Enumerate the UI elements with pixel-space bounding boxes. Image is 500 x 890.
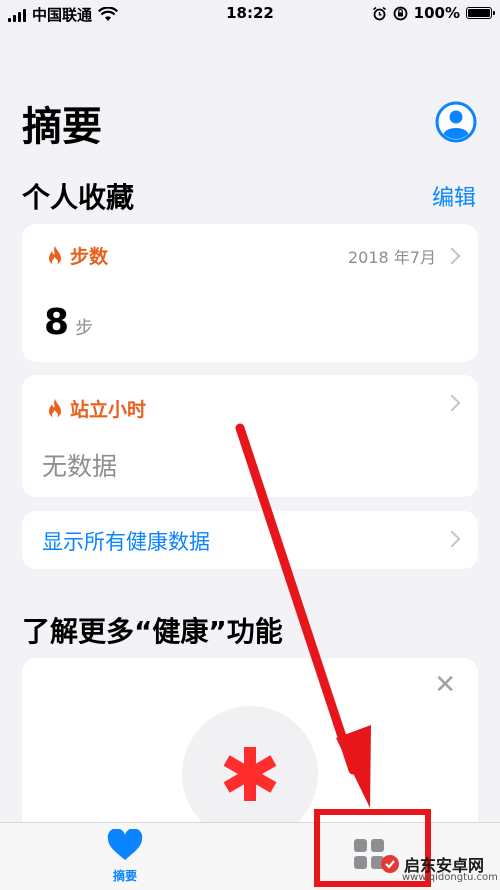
- page-title: 摘要: [22, 104, 102, 150]
- steps-value: 8: [44, 302, 70, 343]
- stand-card-header: 站立小时: [46, 395, 146, 422]
- chevron-right-icon: [443, 394, 461, 412]
- stand-hours-card[interactable]: 站立小时 无数据: [22, 375, 478, 497]
- flame-icon: [49, 245, 61, 265]
- steps-card-header: 步数: [46, 242, 108, 269]
- rotation-lock-icon: [393, 6, 408, 20]
- steps-date-group: 2018 年7月: [348, 244, 461, 268]
- alarm-icon: [372, 6, 386, 20]
- stand-label: 站立小时: [70, 399, 147, 421]
- watermark-url: www.qidongtu.com: [402, 872, 498, 883]
- show-all-label: 显示所有健康数据: [42, 530, 210, 554]
- steps-date: 2018 年7月: [348, 248, 436, 267]
- learn-more-card[interactable]: ✕: [22, 658, 478, 848]
- show-all-health-data-button[interactable]: 显示所有健康数据: [22, 511, 478, 569]
- watermark: 启东安卓网 www.qidongtu.com: [380, 852, 498, 883]
- chevron-right-icon: [443, 247, 461, 265]
- heart-icon: [107, 828, 143, 860]
- tab-summary-label: 摘要: [112, 869, 137, 883]
- learn-more-title: 了解更多“健康”功能: [22, 615, 283, 648]
- steps-card[interactable]: 步数 2018 年7月 8 步: [22, 224, 478, 362]
- stand-no-data: 无数据: [42, 452, 118, 481]
- profile-avatar-icon[interactable]: [435, 101, 477, 143]
- stand-chevron-group: [443, 394, 461, 412]
- steps-unit: 步: [75, 318, 94, 339]
- chevron-right-icon: [443, 530, 461, 548]
- watermark-logo-icon: [381, 855, 399, 873]
- edit-button[interactable]: 编辑: [432, 184, 476, 214]
- steps-value-line: 8 步: [44, 302, 93, 343]
- status-icons: 100%: [372, 4, 495, 22]
- steps-label: 步数: [70, 246, 109, 268]
- tab-summary[interactable]: 摘要: [92, 828, 158, 884]
- flame-icon: [49, 398, 61, 418]
- status-bar: 中国联通 18:22 100%: [0, 0, 500, 28]
- battery-percent: 100%: [413, 4, 460, 22]
- favorites-title: 个人收藏: [22, 181, 135, 214]
- close-icon[interactable]: ✕: [434, 670, 456, 700]
- show-all-chevron-group: [443, 530, 461, 548]
- battery-icon: [466, 7, 495, 19]
- health-asterisk-icon: [223, 747, 277, 801]
